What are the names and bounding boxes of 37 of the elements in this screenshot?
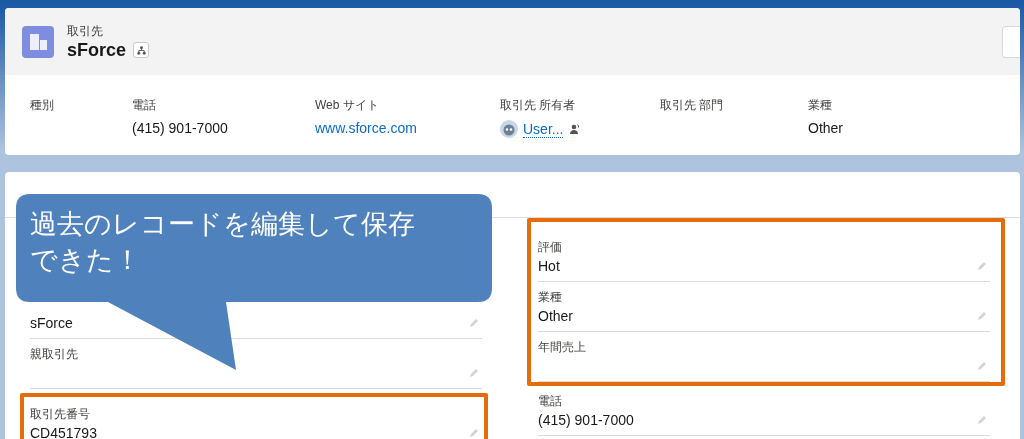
pencil-icon[interactable] <box>468 426 480 439</box>
field-label: 評価 <box>538 239 563 255</box>
field-label: Web サイト <box>315 97 380 114</box>
field-label: 種別 <box>30 97 55 114</box>
field-label: 業種 <box>808 97 833 114</box>
avatar-icon <box>500 120 518 138</box>
field-value: sForce <box>30 314 73 331</box>
website-link[interactable]: www.sforce.com <box>315 120 417 136</box>
field-label: 電話 <box>538 393 563 409</box>
pencil-icon[interactable] <box>468 366 480 379</box>
object-type-label: 取引先 <box>67 22 104 40</box>
pencil-icon[interactable] <box>976 259 988 272</box>
field-label: 取引先番号 <box>30 406 91 422</box>
pencil-icon[interactable] <box>468 316 480 329</box>
hierarchy-icon <box>136 45 146 55</box>
pencil-icon[interactable] <box>976 413 988 426</box>
field-value: Hot <box>538 257 560 274</box>
record-name: sForce <box>67 39 127 61</box>
field-label: 電話 <box>132 97 157 114</box>
field-label: 業種 <box>538 289 563 305</box>
field-value: (415) 901-7000 <box>538 411 634 428</box>
field-value: Other <box>808 120 843 136</box>
pencil-icon[interactable] <box>976 359 988 372</box>
field-label: 年間売上 <box>538 339 587 355</box>
building-icon <box>22 25 54 58</box>
field-value: (415) 901-7000 <box>132 120 228 136</box>
field-label: 親取引先 <box>30 346 79 362</box>
field-label: 取引先 所有者 <box>500 97 577 114</box>
field-value: CD451793 <box>30 424 97 439</box>
owner-link[interactable]: User... <box>523 120 564 138</box>
field-label: 取引先 部門 <box>660 97 725 114</box>
change-owner-icon[interactable] <box>568 123 581 135</box>
pencil-icon[interactable] <box>976 309 988 322</box>
hierarchy-button[interactable] <box>133 42 150 58</box>
field-value: Other <box>538 307 573 324</box>
callout-text: 過去のレコードを編集して保存できた！ <box>30 208 416 277</box>
header-button[interactable] <box>1002 25 1020 58</box>
